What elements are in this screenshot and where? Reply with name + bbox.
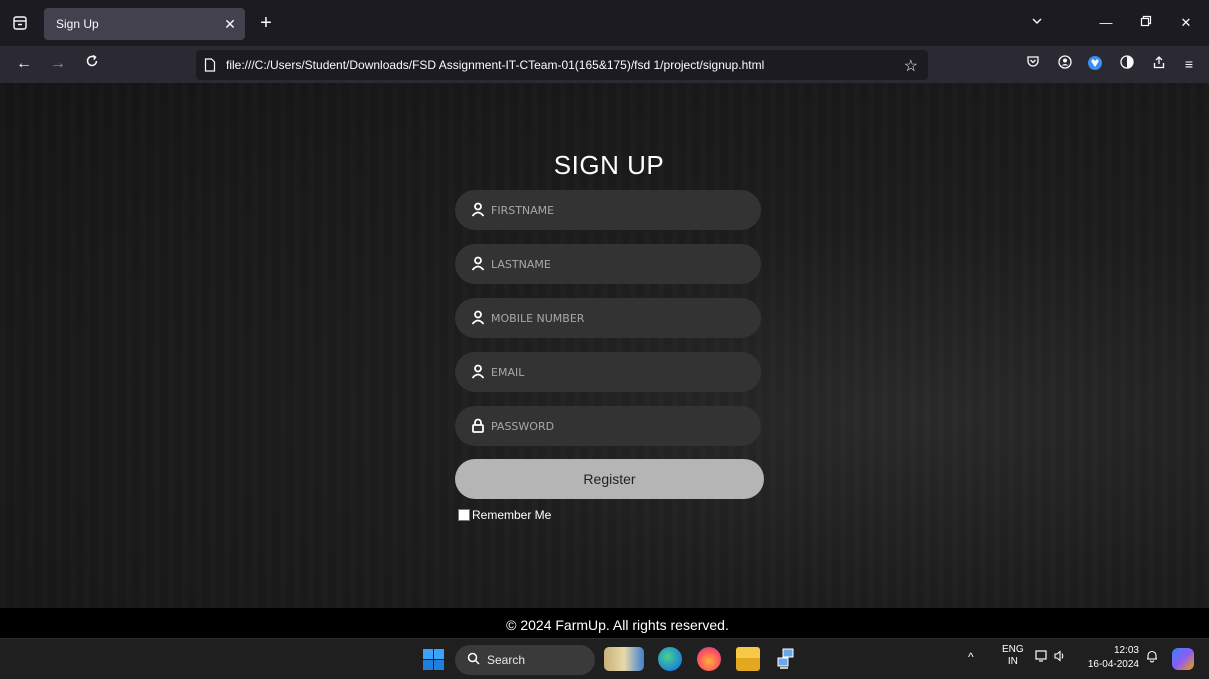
search-icon (467, 652, 480, 668)
show-hidden-icons-icon[interactable]: ^ (968, 650, 974, 664)
signup-page: SIGN UP Register Remember Me (0, 83, 1209, 637)
windows-start-icon[interactable] (423, 649, 444, 670)
close-tab-icon[interactable]: ✕ (221, 15, 239, 33)
firstname-input[interactable] (491, 190, 741, 230)
tab-sign-up[interactable]: Sign Up ✕ (44, 8, 245, 40)
language-bottom: IN (1007, 656, 1018, 667)
forward-arrow-icon[interactable]: → (48, 54, 68, 74)
widgets-icon[interactable] (604, 647, 644, 671)
user-icon (471, 202, 485, 217)
remember-me-label: Remember Me (472, 508, 552, 522)
back-arrow-icon[interactable]: ← (14, 54, 34, 74)
lastname-field[interactable] (455, 244, 761, 284)
email-input[interactable] (491, 352, 741, 392)
language-indicator[interactable]: ENG IN (1002, 644, 1024, 668)
system-clock[interactable]: 12:03 16-04-2024 (1083, 644, 1139, 672)
browser-tab-bar: Sign Up ✕ + — ✕ (0, 0, 1209, 46)
clock-date: 16-04-2024 (1087, 659, 1139, 670)
taskbar-search[interactable]: Search (455, 645, 595, 675)
copilot-icon[interactable] (1172, 648, 1194, 670)
firefox-view-icon[interactable] (12, 15, 28, 31)
menu-icon[interactable]: ≡ (1180, 55, 1198, 73)
register-button[interactable]: Register (455, 459, 764, 499)
tab-title: Sign Up (56, 17, 99, 31)
url-text: file:///C:/Users/Student/Downloads/FSD A… (226, 58, 765, 72)
browser-nav-bar: ← → file:///C:/Users/Student/Downloads/F… (0, 46, 1209, 83)
remember-me[interactable]: Remember Me (458, 508, 551, 522)
user-icon (471, 364, 485, 379)
account-icon[interactable] (1056, 55, 1074, 73)
reload-icon[interactable] (82, 54, 102, 74)
page-title: SIGN UP (553, 150, 665, 180)
windows-taskbar: Search ^ ENG IN 12:03 16-04-2024 (0, 638, 1209, 679)
search-label: Search (487, 653, 526, 667)
email-field[interactable] (455, 352, 761, 392)
close-window-icon[interactable]: ✕ (1176, 13, 1196, 33)
password-input[interactable] (491, 406, 741, 446)
user-icon (471, 310, 485, 325)
list-all-tabs-icon[interactable] (1027, 13, 1047, 33)
bookmark-star-icon[interactable]: ☆ (904, 56, 918, 76)
clock-time: 12:03 (1113, 645, 1139, 656)
file-explorer-icon[interactable] (736, 647, 760, 671)
password-field[interactable] (455, 406, 761, 446)
pocket-icon[interactable] (1024, 55, 1042, 73)
network-app-icon[interactable] (774, 647, 798, 671)
extension-shield-icon[interactable] (1118, 55, 1136, 73)
remember-me-checkbox[interactable] (458, 509, 470, 521)
firstname-field[interactable] (455, 190, 761, 230)
user-icon (471, 256, 485, 271)
extension-fox-icon[interactable] (1086, 55, 1104, 73)
network-icon[interactable] (1035, 649, 1049, 666)
page-footer: © 2024 FarmUp. All rights reserved. (0, 608, 1209, 638)
share-icon[interactable] (1150, 55, 1168, 73)
mobile-number-input[interactable] (491, 298, 741, 338)
minimize-icon[interactable]: — (1096, 13, 1116, 33)
restore-icon[interactable] (1136, 13, 1156, 33)
firefox-icon[interactable] (697, 647, 721, 671)
notification-bell-icon[interactable] (1145, 649, 1159, 666)
new-tab-icon[interactable]: + (256, 13, 276, 33)
language-top: ENG (1002, 644, 1024, 655)
address-bar[interactable]: file:///C:/Users/Student/Downloads/FSD A… (196, 50, 928, 80)
mobile-number-field[interactable] (455, 298, 761, 338)
page-icon (204, 58, 216, 72)
lastname-input[interactable] (491, 244, 741, 284)
volume-icon[interactable] (1053, 649, 1067, 666)
edge-icon[interactable] (658, 647, 682, 671)
lock-icon (471, 418, 485, 433)
footer-copyright: © 2024 FarmUp. All rights reserved. (506, 617, 729, 633)
